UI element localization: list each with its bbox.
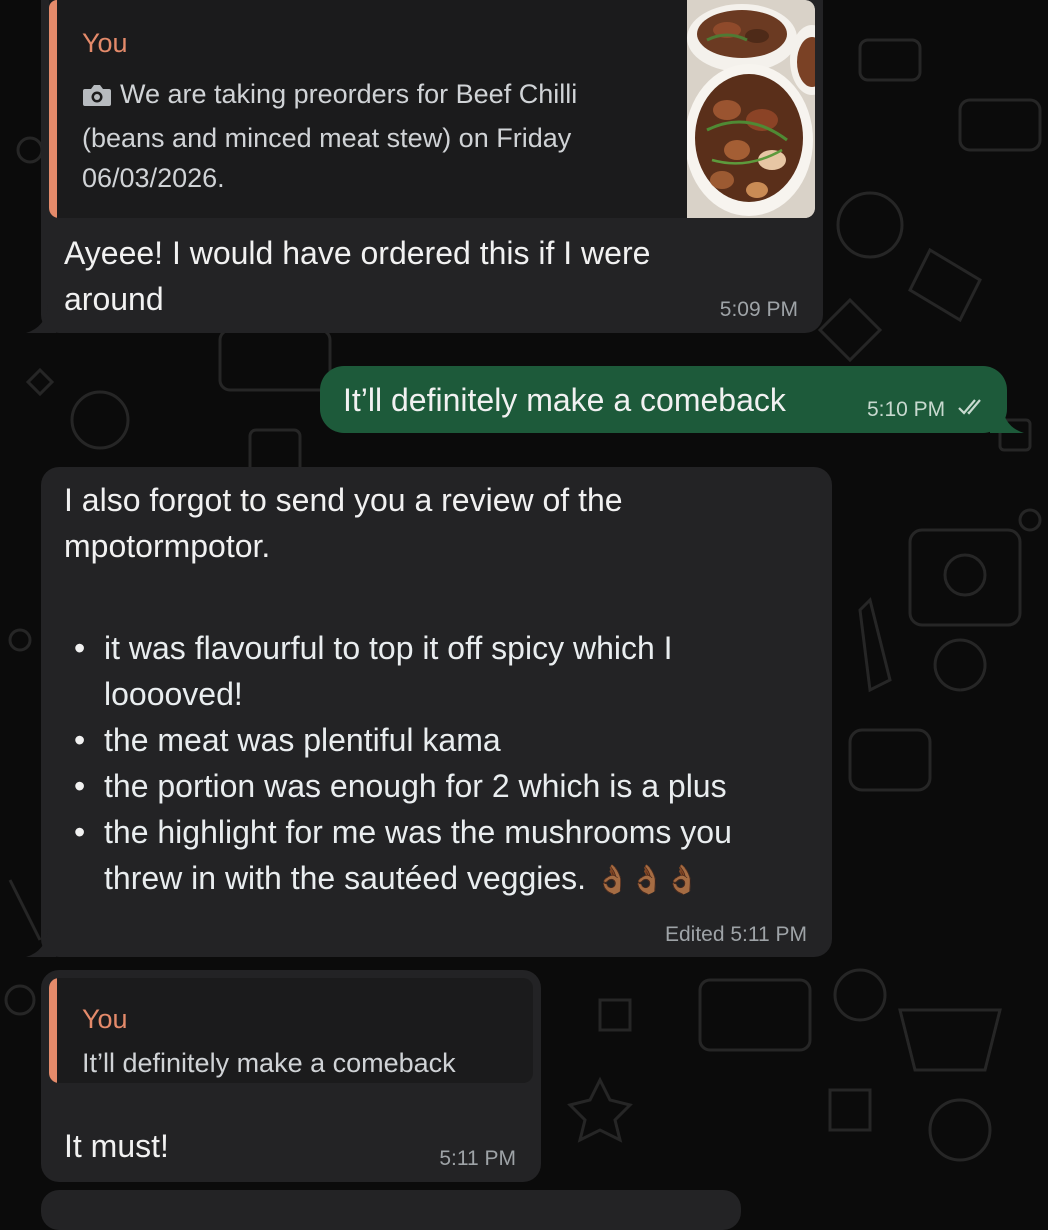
message-incoming-partial[interactable]: [41, 1190, 741, 1230]
read-receipt-icon: [957, 398, 987, 422]
quote-line-2: (beans and minced meat stew) on Friday: [82, 123, 572, 153]
list-item: the portion was enough for 2 which is a …: [64, 763, 824, 809]
list-item: the highlight for me was the mushrooms y…: [64, 809, 824, 903]
message-text: Ayeee! I would have ordered this if I we…: [64, 235, 651, 317]
quoted-message[interactable]: You We are taking preorders for Beef Chi…: [49, 0, 815, 218]
quote-author: You: [82, 1004, 128, 1034]
message-outgoing-1[interactable]: It’ll definitely make a comeback 5:10 PM: [320, 366, 1007, 433]
message-incoming-1[interactable]: You We are taking preorders for Beef Chi…: [41, 0, 823, 333]
quote-line-1: We are taking preorders for Beef Chilli: [120, 79, 578, 109]
chat-thread: You We are taking preorders for Beef Chi…: [0, 0, 1048, 1230]
ok-hand-emoji: 👌🏾👌🏾👌🏾: [594, 864, 700, 895]
bubble-tail: [26, 305, 56, 333]
quote-author: You: [82, 28, 128, 58]
bubble-tail: [990, 405, 1024, 433]
message-incoming-3[interactable]: You It’ll definitely make a comeback It …: [41, 970, 541, 1182]
message-timestamp: Edited 5:11 PM: [664, 923, 807, 946]
message-text: I also forgot to send you a review of th…: [64, 482, 623, 564]
message-timestamp: 5:10 PM: [867, 398, 987, 422]
quote-line-3: 06/03/2026.: [82, 163, 225, 193]
message-text: It must!: [64, 1128, 169, 1164]
quote-accent-bar: [49, 0, 57, 218]
quote-text: We are taking preorders for Beef Chilli …: [82, 74, 682, 198]
quoted-message[interactable]: You It’ll definitely make a comeback: [49, 978, 533, 1083]
message-timestamp: 5:11 PM: [439, 1147, 516, 1170]
message-timestamp: 5:09 PM: [719, 298, 798, 321]
message-incoming-2[interactable]: I also forgot to send you a review of th…: [41, 467, 832, 957]
quote-accent-bar: [49, 978, 57, 1083]
list-item: the meat was plentiful kama: [64, 717, 824, 763]
camera-icon: [82, 78, 112, 118]
quote-text: It’ll definitely make a comeback: [82, 1048, 456, 1078]
message-text: It’ll definitely make a comeback: [343, 382, 786, 418]
quote-thumbnail-image[interactable]: [687, 0, 815, 218]
review-list: it was flavourful to top it off spicy wh…: [64, 625, 824, 903]
list-item: it was flavourful to top it off spicy wh…: [64, 625, 824, 717]
bubble-tail: [26, 929, 56, 957]
